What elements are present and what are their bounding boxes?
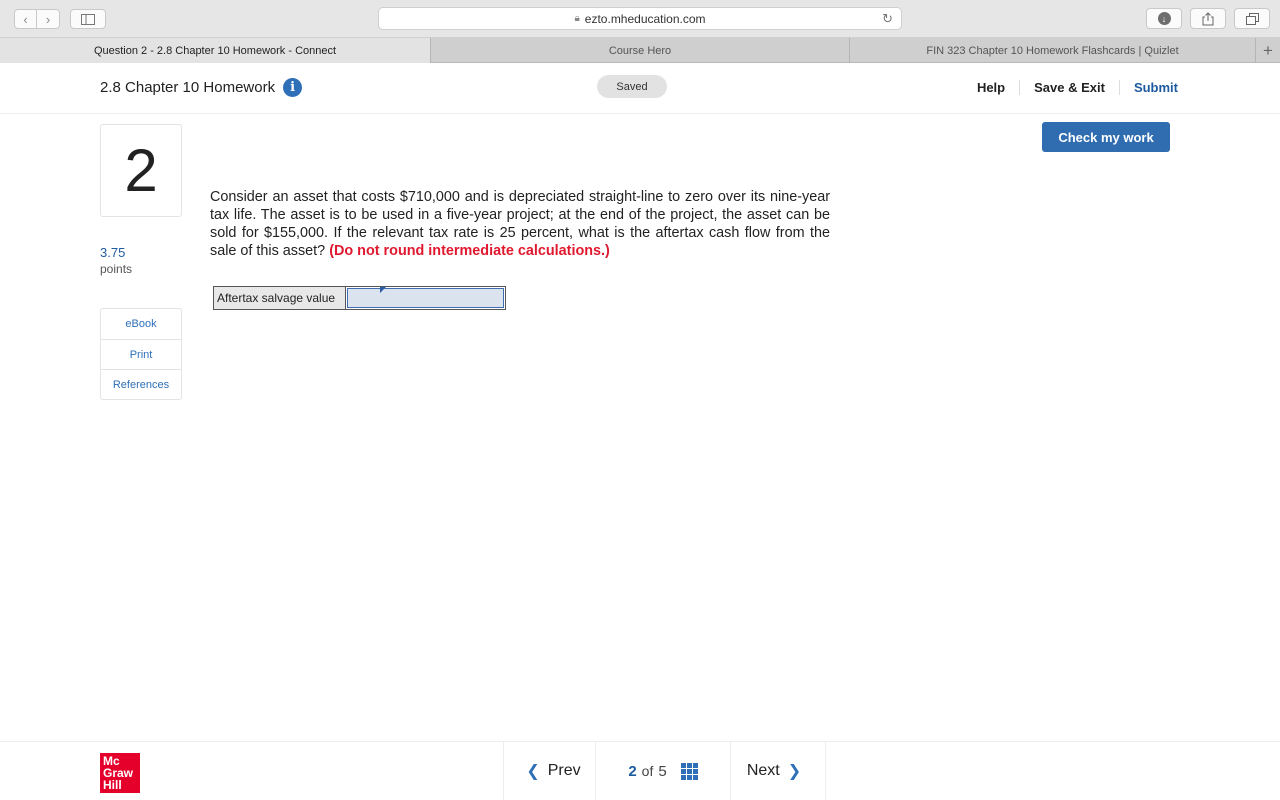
grid-icon[interactable] <box>680 762 698 780</box>
references-link[interactable]: References <box>101 369 181 399</box>
info-icon[interactable]: i <box>283 78 303 97</box>
resources-list: eBook Print References <box>100 308 182 400</box>
mcgraw-hill-logo: Mc Graw Hill <box>100 753 140 793</box>
answer-label: Aftertax salvage value <box>214 287 346 309</box>
nav-buttons: ‹ › <box>14 9 60 29</box>
chevron-right-icon: › <box>45 11 51 27</box>
submit-button[interactable]: Submit <box>1118 80 1178 95</box>
address-bar[interactable]: 🔒︎ ezto.mheducation.com ↻ <box>378 7 902 30</box>
prev-button[interactable]: ❮ Prev <box>503 742 595 800</box>
answer-table: Aftertax salvage value <box>213 286 506 310</box>
share-button[interactable] <box>1190 8 1226 29</box>
assignment-title: 2.8 Chapter 10 Homework i <box>100 78 303 97</box>
answer-flag-icon <box>380 287 386 293</box>
chevron-left-icon: ‹ <box>23 11 28 27</box>
next-button[interactable]: Next ❯ <box>730 742 826 800</box>
points-label: points <box>100 262 133 276</box>
reload-icon[interactable]: ↻ <box>882 11 893 27</box>
tab-course-hero[interactable]: Course Hero <box>431 38 850 63</box>
tab-bar: Question 2 - 2.8 Chapter 10 Homework - C… <box>0 38 1280 63</box>
share-icon <box>1202 11 1214 25</box>
ebook-link[interactable]: eBook <box>101 309 181 339</box>
tabs-overview-button[interactable] <box>1234 8 1270 29</box>
save-exit-button[interactable]: Save & Exit <box>1019 80 1119 95</box>
sidebar-icon <box>81 13 95 25</box>
question-number: 2 <box>100 124 182 217</box>
browser-actions: ↓ <box>1146 8 1270 29</box>
downloads-button[interactable]: ↓ <box>1146 8 1182 29</box>
header-actions: Help Save & Exit Submit <box>963 80 1178 95</box>
current-question: 2 <box>628 762 637 780</box>
sidebar-toggle-button[interactable] <box>70 9 106 29</box>
total-questions: 5 <box>658 762 667 780</box>
chevron-right-icon: ❯ <box>787 763 802 780</box>
assignment-header: 2.8 Chapter 10 Homework i Saved Help Sav… <box>0 63 1280 114</box>
check-my-work-button[interactable]: Check my work <box>1042 122 1170 152</box>
question-pager: ❮ Prev 2 of 5 Next ❯ <box>503 742 826 800</box>
new-tab-button[interactable]: + <box>1256 38 1280 63</box>
browser-toolbar: ‹ › 🔒︎ ezto.mheducation.com ↻ ↓ <box>0 0 1280 38</box>
tabs-icon <box>1245 12 1259 25</box>
back-button[interactable]: ‹ <box>14 9 37 29</box>
aftertax-salvage-value-input[interactable] <box>347 288 504 308</box>
help-button[interactable]: Help <box>963 80 1019 95</box>
download-icon: ↓ <box>1157 12 1171 25</box>
saved-status-badge: Saved <box>597 75 667 98</box>
forward-button[interactable]: › <box>37 9 60 29</box>
question-text: Consider an asset that costs $710,000 an… <box>210 189 830 259</box>
points-value: 3.75 <box>100 245 126 260</box>
tab-connect[interactable]: Question 2 - 2.8 Chapter 10 Homework - C… <box>0 38 431 63</box>
question-position[interactable]: 2 of 5 <box>595 742 730 800</box>
question-warning: (Do not round intermediate calculations.… <box>329 243 610 259</box>
print-link[interactable]: Print <box>101 339 181 369</box>
chevron-left-icon: ❮ <box>526 763 540 780</box>
url-text: ezto.mheducation.com <box>584 11 706 26</box>
tab-quizlet[interactable]: FIN 323 Chapter 10 Homework Flashcards |… <box>850 38 1256 63</box>
footer-nav: Mc Graw Hill ❮ Prev 2 of 5 Next ❯ <box>0 741 1280 800</box>
lock-icon: 🔒︎ <box>574 13 580 24</box>
